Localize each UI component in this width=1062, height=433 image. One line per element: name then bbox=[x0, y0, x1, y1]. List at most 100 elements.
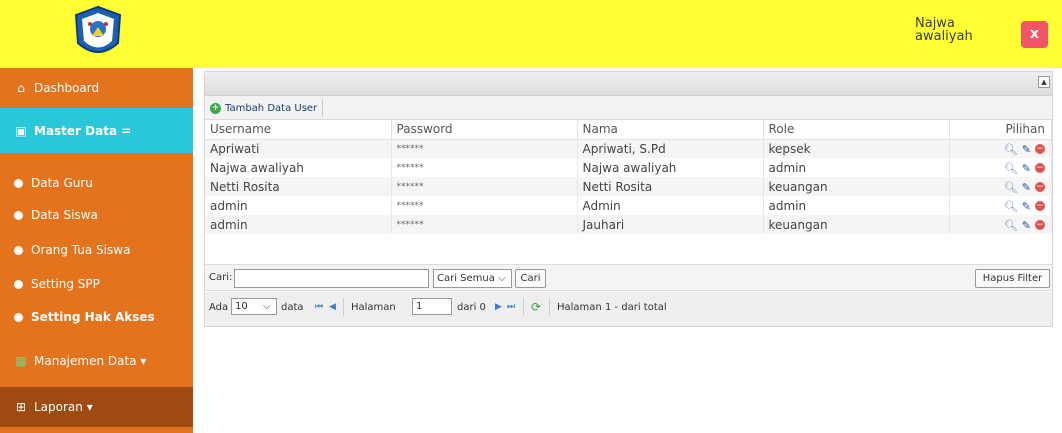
clear-filter-button[interactable]: Hapus Filter bbox=[975, 269, 1050, 288]
panel-header: ▲ bbox=[205, 72, 1052, 96]
chevron-down-icon: ⌵ bbox=[498, 273, 506, 284]
actions-cell: 🔍︎ ✎ − bbox=[949, 139, 1052, 158]
edit-icon[interactable]: ✎ bbox=[1022, 219, 1031, 232]
prev-page-icon[interactable]: ◀ bbox=[329, 302, 336, 312]
edit-icon[interactable]: ✎ bbox=[1022, 200, 1031, 213]
table-row[interactable]: Apriwati ****** Apriwati, S.Pd kepsek 🔍︎… bbox=[205, 139, 1052, 158]
search-field-select[interactable]: Cari Semua ⌵ bbox=[433, 269, 512, 288]
delete-icon[interactable]: − bbox=[1035, 163, 1045, 173]
search-field-select-value: Cari Semua bbox=[437, 273, 495, 284]
edit-icon[interactable]: ✎ bbox=[1022, 162, 1031, 175]
pager-status: Halaman 1 - dari total bbox=[557, 302, 667, 313]
column-header[interactable]: Pilihan bbox=[949, 120, 1052, 140]
view-icon[interactable]: 🔍︎ bbox=[1004, 200, 1018, 213]
grid-icon: ▦ bbox=[15, 354, 27, 368]
delete-icon[interactable]: − bbox=[1035, 144, 1045, 155]
role-cell: admin bbox=[763, 196, 950, 215]
nama-cell: Najwa awaliyah bbox=[577, 158, 764, 177]
refresh-icon[interactable]: ⟳ bbox=[531, 300, 541, 314]
user-name: Najwa awaliyah bbox=[915, 16, 973, 44]
table-row[interactable]: Najwa awaliyah ****** Najwa awaliyah adm… bbox=[205, 158, 1052, 177]
dot-icon bbox=[14, 245, 23, 255]
sidebar: ⌂ Dashboard ▣ Master Data = Data Guru Da… bbox=[0, 68, 193, 433]
window-icon: ▣ bbox=[15, 123, 27, 138]
table-row[interactable]: admin ****** Jauhari keuangan 🔍︎ ✎ − bbox=[205, 215, 1052, 234]
next-page-icon[interactable]: ▶ bbox=[495, 302, 502, 312]
sidebar-item-dashboard[interactable]: ⌂ Dashboard bbox=[0, 68, 193, 108]
actions-cell: 🔍︎ ✎ − bbox=[949, 177, 1052, 196]
dot-icon bbox=[14, 279, 23, 289]
table-row[interactable]: Netti Rosita ****** Netti Rosita keuanga… bbox=[205, 177, 1052, 196]
password-cell: ****** bbox=[391, 139, 578, 158]
sidebar-item-orang-tua-siswa[interactable]: Orang Tua Siswa bbox=[0, 235, 193, 265]
view-icon[interactable]: 🔍︎ bbox=[1004, 162, 1018, 175]
sidebar-item-label: Orang Tua Siswa bbox=[31, 243, 131, 257]
view-icon[interactable]: 🔍︎ bbox=[1004, 143, 1018, 156]
delete-icon[interactable]: − bbox=[1035, 182, 1045, 192]
username-cell: admin bbox=[205, 196, 392, 215]
user-table: Username Password Nama Role Pilihan Apri… bbox=[205, 120, 1052, 234]
first-page-icon[interactable]: ⏮ bbox=[315, 302, 323, 312]
sidebar-item-master-data[interactable]: ▣ Master Data = bbox=[0, 108, 193, 153]
view-icon[interactable]: 🔍︎ bbox=[1004, 219, 1018, 232]
last-page-icon[interactable]: ⏭ bbox=[507, 302, 515, 312]
chevron-down-icon: ⌵ bbox=[262, 301, 271, 312]
nama-cell: Netti Rosita bbox=[577, 177, 764, 196]
username-cell: Apriwati bbox=[205, 139, 392, 158]
dot-icon bbox=[14, 178, 23, 188]
role-cell: keuangan bbox=[763, 215, 950, 234]
column-header[interactable]: Role bbox=[763, 120, 950, 140]
column-header[interactable]: Nama bbox=[577, 120, 764, 140]
pager-prefix: Ada bbox=[209, 302, 229, 313]
logout-button[interactable]: x bbox=[1021, 21, 1048, 48]
pager-separator bbox=[343, 298, 344, 316]
dot-icon bbox=[14, 210, 23, 220]
sidebar-item-label: Master Data = bbox=[34, 123, 132, 138]
actions-cell: 🔍︎ ✎ − bbox=[949, 215, 1052, 234]
page-number-input[interactable]: 1 bbox=[412, 298, 452, 315]
collapse-toggle-icon[interactable]: ▲ bbox=[1038, 76, 1050, 88]
role-cell: keuangan bbox=[763, 177, 950, 196]
sidebar-item-manajemen-data[interactable]: ▦ Manajemen Data ▾ bbox=[0, 340, 193, 382]
view-icon[interactable]: 🔍︎ bbox=[1004, 181, 1018, 194]
sidebar-item-label: Data Guru bbox=[31, 176, 93, 190]
school-logo-icon bbox=[74, 5, 122, 53]
sidebar-item-setting-hak-akses[interactable]: Setting Hak Akses bbox=[0, 302, 193, 332]
delete-icon[interactable]: − bbox=[1035, 220, 1045, 230]
add-user-button[interactable]: + Tambah Data User bbox=[207, 99, 324, 117]
sidebar-item-laporan[interactable]: ⊞ Laporan ▾ bbox=[0, 387, 193, 427]
edit-icon[interactable]: ✎ bbox=[1022, 143, 1031, 156]
username-cell: Netti Rosita bbox=[205, 177, 392, 196]
table-row[interactable]: admin ****** Admin admin 🔍︎ ✎ − bbox=[205, 196, 1052, 215]
logo-area bbox=[0, 0, 193, 68]
sidebar-item-label: Dashboard bbox=[34, 81, 100, 95]
plus-icon: + bbox=[210, 102, 221, 114]
column-header[interactable]: Username bbox=[205, 120, 392, 140]
column-header[interactable]: Password bbox=[391, 120, 578, 140]
sidebar-item-data-guru[interactable]: Data Guru bbox=[0, 168, 193, 198]
user-grid-panel: ▲ + Tambah Data User Username Password N… bbox=[204, 71, 1053, 327]
delete-icon[interactable]: − bbox=[1035, 201, 1045, 211]
nama-cell: Admin bbox=[577, 196, 764, 215]
pager-separator bbox=[523, 298, 524, 316]
sidebar-item-setting-spp[interactable]: Setting SPP bbox=[0, 269, 193, 299]
add-user-label: Tambah Data User bbox=[225, 102, 318, 114]
password-cell: ****** bbox=[391, 177, 578, 196]
role-cell: kepsek bbox=[763, 139, 950, 158]
page-size-value: 10 bbox=[235, 301, 248, 312]
sidebar-item-data-siswa[interactable]: Data Siswa bbox=[0, 200, 193, 230]
pager-separator bbox=[549, 298, 550, 316]
password-cell: ****** bbox=[391, 196, 578, 215]
search-label: Cari: bbox=[209, 272, 233, 283]
search-input[interactable] bbox=[234, 269, 429, 288]
pager-suffix: data bbox=[281, 302, 304, 313]
page-size-select[interactable]: 10 ⌵ bbox=[231, 298, 277, 315]
search-bar: Cari: Cari Semua ⌵ Cari Hapus Filter bbox=[205, 264, 1052, 291]
search-button[interactable]: Cari bbox=[515, 269, 546, 288]
sidebar-item-label: Setting Hak Akses bbox=[31, 310, 155, 324]
nama-cell: Jauhari bbox=[577, 215, 764, 234]
username-cell: Najwa awaliyah bbox=[205, 158, 392, 177]
username-cell: admin bbox=[205, 215, 392, 234]
edit-icon[interactable]: ✎ bbox=[1022, 181, 1031, 194]
sidebar-item-label: Laporan ▾ bbox=[34, 400, 93, 414]
